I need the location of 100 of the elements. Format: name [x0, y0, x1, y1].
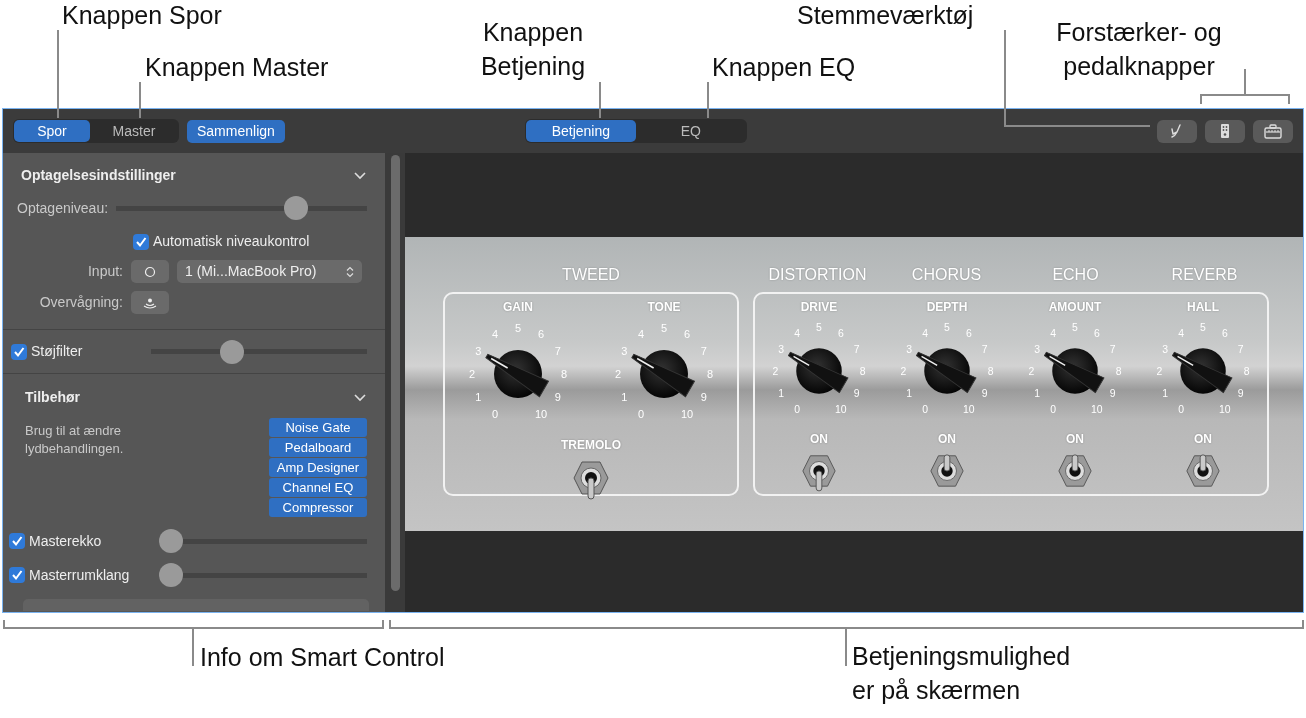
monitoring-button[interactable]	[131, 291, 169, 314]
chevron-down-icon[interactable]	[353, 170, 367, 181]
knob[interactable]	[485, 350, 549, 398]
dial-number: 5	[660, 322, 668, 334]
checkbox[interactable]	[9, 533, 25, 549]
dial-number: 9	[1109, 387, 1116, 399]
slider-thumb[interactable]	[159, 563, 183, 587]
checkbox-label: Masterekko	[29, 531, 102, 551]
callout-label: Betjeningsmulighed er på skærmen	[852, 641, 1071, 706]
plugin-button[interactable]: Amp Designer	[269, 458, 367, 477]
dial-number: 8	[1115, 365, 1122, 377]
slider-thumb[interactable]	[220, 339, 245, 364]
dial-number: 10	[680, 407, 694, 420]
dial-number: 8	[706, 368, 714, 380]
field-label: Overvågning:	[38, 293, 123, 312]
plugin-button[interactable]: Pedalboard	[269, 438, 367, 457]
section-title: Tilbehør	[25, 388, 80, 407]
amp-section-title: CHORUS	[910, 265, 983, 285]
dial-number: 9	[853, 387, 860, 399]
tab[interactable]: Betjening	[525, 120, 636, 142]
checkbox[interactable]	[133, 233, 149, 250]
field-label: Input:	[86, 262, 123, 281]
dial-number: 0	[491, 407, 499, 420]
switch-label: ON	[1066, 431, 1084, 449]
knob-label: TONE	[647, 299, 681, 316]
knob[interactable]	[1172, 348, 1233, 394]
dial-number: 8	[859, 365, 866, 377]
monitor-icon	[143, 296, 157, 309]
dial-number: 5	[816, 322, 822, 334]
checkbox[interactable]	[11, 343, 27, 360]
callout-label: Knappen Betjening	[480, 17, 586, 82]
knob[interactable]	[916, 348, 977, 394]
description-text: Brug til at ændre lydbehandlingen.	[25, 422, 125, 458]
toggle-switch[interactable]	[930, 454, 964, 487]
compare-button[interactable]: Sammenlign	[187, 119, 285, 143]
dial-number: 2	[468, 368, 476, 380]
tab[interactable]: Master	[90, 120, 178, 142]
section-title: Optagelsesindstillinger	[21, 166, 176, 185]
callout-label: Knappen Master	[145, 52, 329, 83]
dial-number: 5	[514, 322, 522, 334]
slider-thumb[interactable]	[284, 196, 308, 220]
knob-label: GAIN	[503, 299, 533, 316]
tuning-fork-button[interactable]	[1157, 119, 1197, 143]
chevron-down-icon[interactable]	[353, 392, 367, 403]
dial-number: 10	[1219, 403, 1231, 415]
toggle-switch[interactable]	[1186, 454, 1220, 487]
dial-number: 4	[1050, 328, 1057, 340]
dial-number: 4	[491, 328, 499, 341]
dial-number: 1	[906, 387, 913, 399]
dial-number: 9	[554, 391, 561, 403]
dial-number: 4	[922, 328, 929, 340]
dial-number: 2	[614, 368, 622, 380]
scrollbar-thumb[interactable]	[390, 155, 400, 591]
plugin-button[interactable]: Compressor	[269, 498, 367, 517]
dial-number: 1	[778, 387, 785, 399]
dial-number: 10	[1091, 403, 1103, 415]
leader-line	[599, 81, 601, 119]
dial-number: 0	[1178, 403, 1185, 415]
dial-number: 8	[560, 368, 568, 380]
knob-label: DEPTH	[926, 299, 968, 316]
dial-number: 10	[534, 407, 548, 420]
dial-number: 2	[1028, 365, 1035, 377]
knob-label: HALL	[1187, 299, 1219, 316]
input-dropdown[interactable]: 1 (Mi...MacBook Pro)	[177, 260, 362, 283]
callout-label: Knappen EQ	[712, 52, 856, 83]
knob-label: DRIVE	[800, 299, 838, 316]
pedal-button[interactable]	[1205, 119, 1245, 143]
switch-label: ON	[1194, 431, 1212, 449]
toggle-switch[interactable]	[1058, 454, 1092, 487]
dial-number: 9	[1237, 387, 1244, 399]
leader-line	[139, 81, 141, 119]
amp-section-title: ECHO	[1051, 265, 1100, 285]
plugin-button[interactable]: Channel EQ	[269, 478, 367, 497]
knob[interactable]	[1044, 348, 1105, 394]
toggle-switch[interactable]	[573, 461, 609, 500]
checkbox-label: Automatisk niveaukontrol	[153, 232, 310, 251]
circle-icon	[144, 265, 156, 278]
tab[interactable]: EQ	[635, 120, 746, 142]
knob[interactable]	[788, 348, 849, 394]
amp-section-title: DISTORTION	[767, 265, 868, 285]
switch-label: TREMOLO	[561, 437, 621, 454]
dial-number: 0	[794, 403, 801, 415]
dial-number: 4	[637, 328, 645, 341]
dial-number: 0	[637, 407, 645, 420]
callout-label: Knappen Spor	[62, 0, 222, 31]
dial-number: 2	[900, 365, 907, 377]
amp-button[interactable]	[1253, 119, 1293, 143]
dial-number: 1	[621, 391, 628, 403]
knob-label: AMOUNT	[1048, 299, 1102, 316]
updown-chevron-icon	[346, 265, 354, 278]
toggle-switch[interactable]	[802, 455, 836, 492]
dial-number: 1	[1034, 387, 1041, 399]
input-format-button[interactable]	[131, 260, 169, 283]
knob[interactable]	[631, 350, 695, 398]
checkbox[interactable]	[9, 567, 25, 583]
plugin-button[interactable]: Noise Gate	[269, 418, 367, 437]
tab[interactable]: Spor	[14, 120, 90, 142]
checkbox-label: Masterrumklang	[29, 565, 130, 585]
dial-number: 4	[794, 328, 801, 340]
slider-thumb[interactable]	[159, 529, 183, 553]
